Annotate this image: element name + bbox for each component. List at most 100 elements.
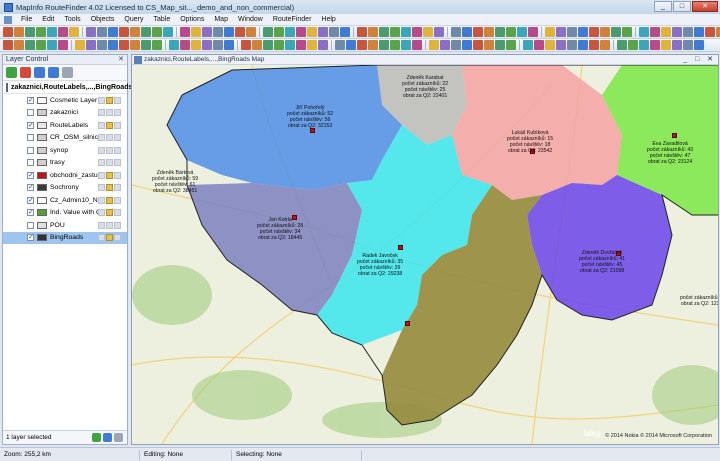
toolbar-button-icon[interactable] [379,27,389,37]
toolbar-button-icon[interactable] [523,40,533,50]
apply-icon[interactable] [92,433,101,442]
toolbar-button-icon[interactable] [296,40,306,50]
selectable-icon[interactable] [106,171,113,179]
toolbar-button-icon[interactable] [672,40,682,50]
label-toggle-icon[interactable] [114,146,121,154]
selectable-icon[interactable] [106,109,113,117]
toolbar-button-icon[interactable] [379,40,389,50]
toolbar-button-icon[interactable] [25,40,35,50]
menu-map[interactable]: Map [209,16,233,23]
toolbar-button-icon[interactable] [368,27,378,37]
menu-help[interactable]: Help [316,16,340,23]
layer-row[interactable]: POU [3,219,127,232]
toolbar-button-icon[interactable] [130,27,140,37]
editable-icon[interactable] [98,159,105,167]
toolbar-button-icon[interactable] [694,27,704,37]
toolbar-button-icon[interactable] [622,27,632,37]
label-toggle-icon[interactable] [114,121,121,129]
toolbar-button-icon[interactable] [263,27,273,37]
toolbar-button-icon[interactable] [462,40,472,50]
toolbar-button-icon[interactable] [589,40,599,50]
toolbar-button-icon[interactable] [14,40,24,50]
close-button[interactable]: ✕ [692,1,718,12]
toolbar-button-icon[interactable] [412,40,422,50]
label-toggle-icon[interactable] [114,159,121,167]
toolbar-button-icon[interactable] [611,27,621,37]
toolbar-button-icon[interactable] [495,40,505,50]
toolbar-button-icon[interactable] [241,40,251,50]
toolbar-button-icon[interactable] [246,27,256,37]
toolbar-button-icon[interactable] [14,27,24,37]
menu-tools[interactable]: Tools [59,16,85,23]
toolbar-button-icon[interactable] [368,40,378,50]
toolbar-button-icon[interactable] [556,40,566,50]
layer-visibility-checkbox[interactable] [27,233,34,242]
label-toggle-icon[interactable] [114,196,121,204]
toolbar-button-icon[interactable] [274,40,284,50]
toolbar-button-icon[interactable] [401,27,411,37]
layer-visibility-checkbox[interactable] [27,171,34,179]
toolbar-button-icon[interactable] [429,40,439,50]
menu-objects[interactable]: Objects [86,16,120,23]
layer-row[interactable]: CR_OSM_silnice_2l [3,132,127,145]
layer-row[interactable]: obchodni_zastupci [3,169,127,182]
toolbar-button-icon[interactable] [252,40,262,50]
toolbar-button-icon[interactable] [97,27,107,37]
toolbar-button-icon[interactable] [69,27,79,37]
toolbar-button-icon[interactable] [617,40,627,50]
toolbar-button-icon[interactable] [600,27,610,37]
editable-icon[interactable] [98,221,105,229]
selectable-icon[interactable] [106,96,113,104]
toolbar-button-icon[interactable] [180,40,190,50]
layer-visibility-checkbox[interactable] [27,121,34,129]
toolbar-button-icon[interactable] [639,27,649,37]
layer-row[interactable]: synop [3,144,127,157]
toolbar-button-icon[interactable] [683,27,693,37]
toolbar-button-icon[interactable] [390,40,400,50]
panel-close-icon[interactable]: ✕ [118,55,124,65]
toolbar-button-icon[interactable] [224,27,234,37]
toolbar-button-icon[interactable] [346,40,356,50]
toolbar-button-icon[interactable] [285,40,295,50]
editable-icon[interactable] [98,196,105,204]
label-toggle-icon[interactable] [114,96,121,104]
toolbar-button-icon[interactable] [152,27,162,37]
selectable-icon[interactable] [106,196,113,204]
move-down-icon[interactable] [48,67,59,78]
add-layer-icon[interactable] [6,67,17,78]
move-up-icon[interactable] [34,67,45,78]
toolbar-button-icon[interactable] [47,40,57,50]
label-toggle-icon[interactable] [114,171,121,179]
toolbar-button-icon[interactable] [285,27,295,37]
layer-row[interactable]: Ind. Value with OZ [3,207,127,220]
toolbar-button-icon[interactable] [484,40,494,50]
toolbar-button-icon[interactable] [141,27,151,37]
toolbar-button-icon[interactable] [578,27,588,37]
selectable-icon[interactable] [106,184,113,192]
toolbar-button-icon[interactable] [434,27,444,37]
toolbar-button-icon[interactable] [440,40,450,50]
map-tree-root[interactable]: zakaznici,RouteLabels,...,BingRoads [3,81,132,94]
layer-visibility-checkbox[interactable] [27,159,34,167]
toolbar-button-icon[interactable] [318,27,328,37]
editable-icon[interactable] [98,121,105,129]
toolbar-button-icon[interactable] [3,40,13,50]
toolbar-button-icon[interactable] [307,40,317,50]
sales-rep-marker[interactable] [672,133,677,138]
toolbar-button-icon[interactable] [650,40,660,50]
toolbar-button-icon[interactable] [412,27,422,37]
toolbar-button-icon[interactable] [335,40,345,50]
layer-row[interactable]: Cz_Admin10_NUTS [3,194,127,207]
label-toggle-icon[interactable] [114,209,121,217]
options-icon[interactable] [114,433,123,442]
layer-row[interactable]: Sochrony [3,182,127,195]
toolbar-button-icon[interactable] [191,40,201,50]
menu-table[interactable]: Table [148,16,175,23]
editable-icon[interactable] [98,234,105,242]
selectable-icon[interactable] [106,134,113,142]
editable-icon[interactable] [98,184,105,192]
layer-visibility-checkbox[interactable] [27,196,34,204]
toolbar-button-icon[interactable] [108,40,118,50]
label-toggle-icon[interactable] [114,109,121,117]
toolbar-button-icon[interactable] [263,40,273,50]
